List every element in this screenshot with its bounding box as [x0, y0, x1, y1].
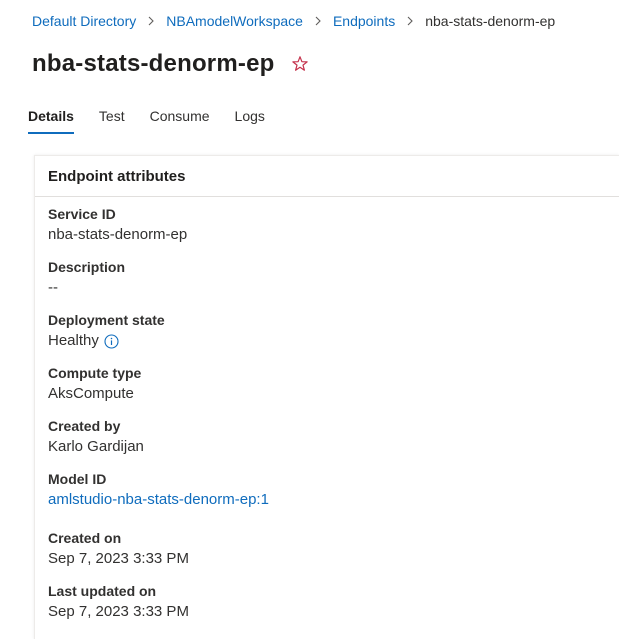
created-on-value: Sep 7, 2023 3:33 PM: [48, 550, 189, 567]
card-title: Endpoint attributes: [35, 156, 619, 197]
attr-created-on: Created on Sep 7, 2023 3:33 PM: [48, 529, 189, 569]
page-title: nba-stats-denorm-ep: [32, 50, 275, 77]
deployment-state-row: Healthy: [48, 331, 165, 351]
attr-compute-type: Compute type AksCompute: [48, 364, 141, 404]
tab-bar: Details Test Consume Logs: [28, 108, 290, 134]
description-value: --: [48, 279, 58, 296]
model-id-link[interactable]: amlstudio-nba-stats-denorm-ep:1: [48, 490, 269, 510]
description-label: Description: [48, 259, 126, 275]
tab-test[interactable]: Test: [99, 108, 125, 134]
tab-logs[interactable]: Logs: [235, 108, 265, 134]
model-id-label: Model ID: [48, 471, 107, 487]
tab-consume[interactable]: Consume: [150, 108, 210, 134]
last-updated-on-value: Sep 7, 2023 3:33 PM: [48, 603, 189, 620]
breadcrumb: Default Directory NBAmodelWorkspace Endp…: [32, 13, 555, 29]
favorite-star-icon[interactable]: [291, 55, 309, 73]
compute-type-value: AksCompute: [48, 385, 134, 402]
deployment-state-label: Deployment state: [48, 312, 165, 328]
title-row: nba-stats-denorm-ep: [32, 50, 309, 78]
attr-created-by: Created by Karlo Gardijan: [48, 417, 144, 457]
deployment-state-value: Healthy: [48, 332, 99, 349]
compute-type-label: Compute type: [48, 365, 142, 381]
breadcrumb-current-endpoint: nba-stats-denorm-ep: [425, 13, 556, 29]
attr-description: Description --: [48, 258, 125, 298]
service-id-value: nba-stats-denorm-ep: [48, 226, 188, 243]
attr-model-id: Model ID amlstudio-nba-stats-denorm-ep:1: [48, 470, 269, 510]
endpoint-details-page: Default Directory NBAmodelWorkspace Endp…: [0, 0, 619, 639]
attr-deployment-state: Deployment state Healthy: [48, 311, 165, 351]
created-by-label: Created by: [48, 418, 121, 434]
last-updated-on-label: Last updated on: [48, 583, 157, 599]
chevron-right-icon: [147, 16, 155, 26]
breadcrumb-endpoints[interactable]: Endpoints: [333, 13, 395, 29]
endpoint-attributes-card: Endpoint attributes Service ID nba-stats…: [34, 155, 619, 639]
attr-last-updated-on: Last updated on Sep 7, 2023 3:33 PM: [48, 582, 189, 622]
created-by-value: Karlo Gardijan: [48, 438, 144, 455]
service-id-label: Service ID: [48, 206, 116, 222]
tab-details[interactable]: Details: [28, 108, 74, 134]
breadcrumb-workspace[interactable]: NBAmodelWorkspace: [166, 13, 303, 29]
attr-service-id: Service ID nba-stats-denorm-ep: [48, 205, 187, 245]
info-icon[interactable]: [104, 333, 119, 349]
chevron-right-icon: [314, 16, 322, 26]
breadcrumb-default-directory[interactable]: Default Directory: [32, 13, 136, 29]
chevron-right-icon: [406, 16, 414, 26]
created-on-label: Created on: [48, 530, 122, 546]
